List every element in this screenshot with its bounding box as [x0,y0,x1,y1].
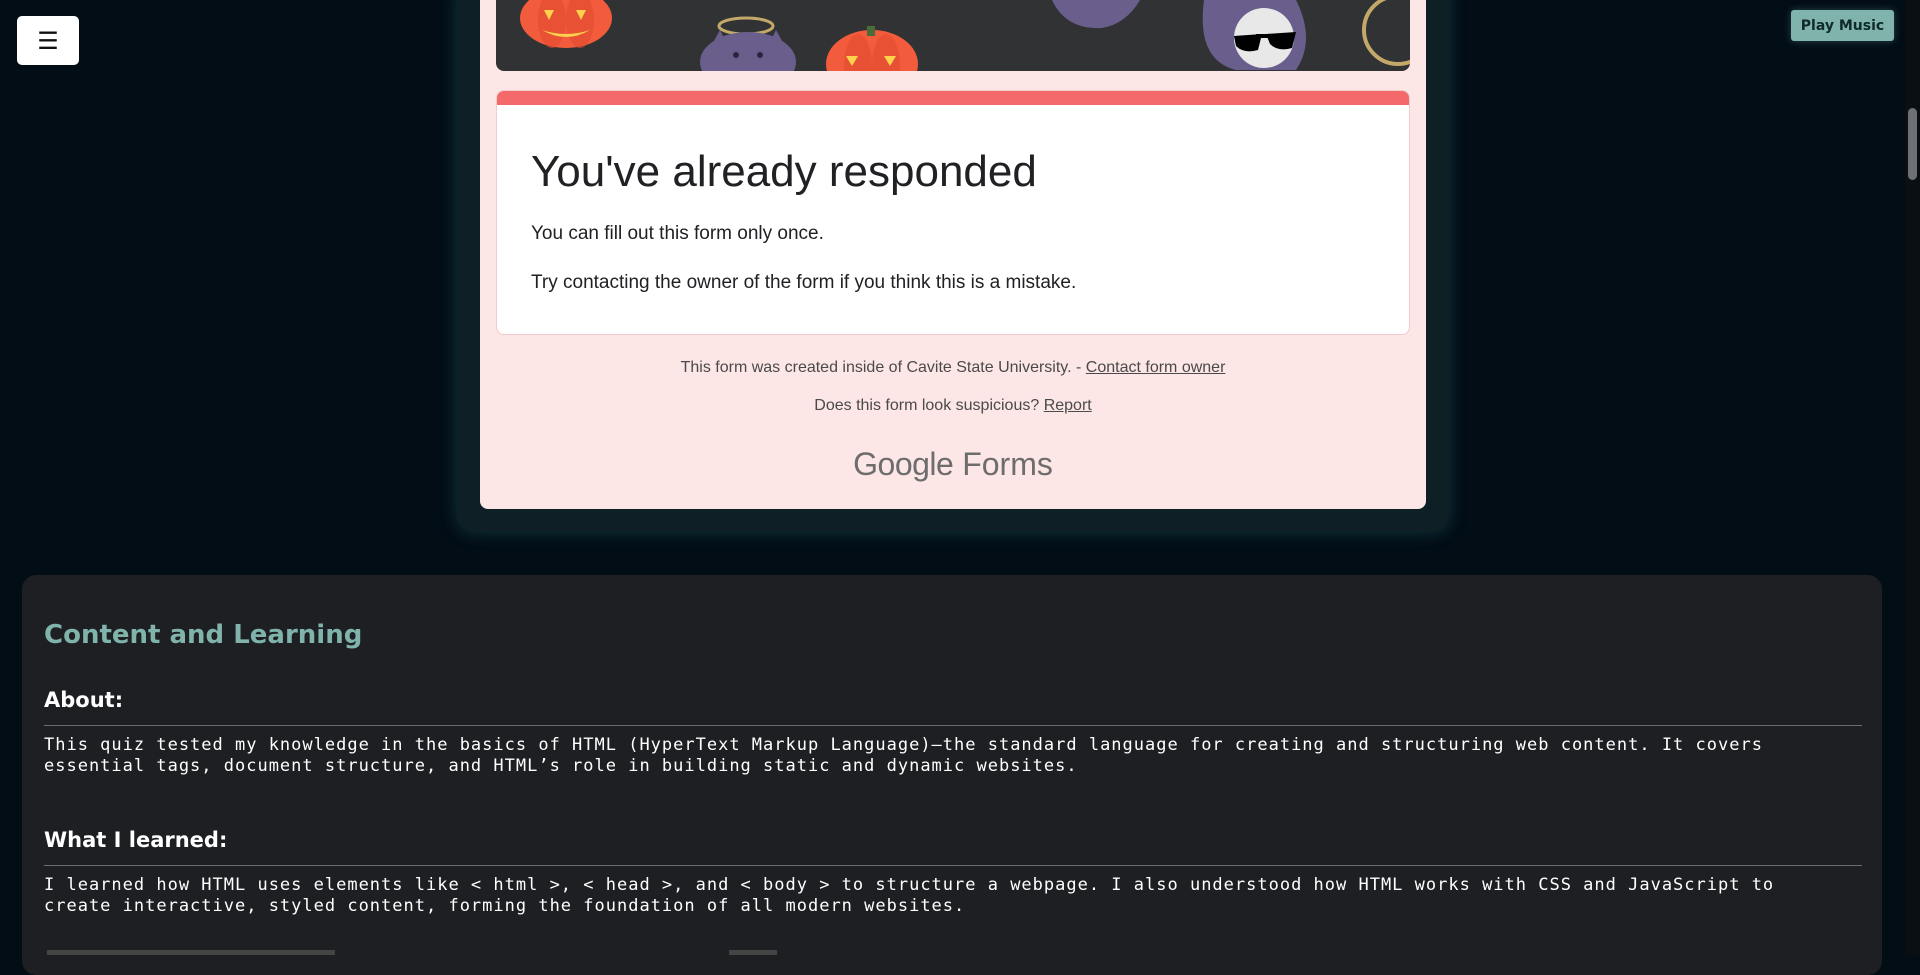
form-suspicious-notice: Does this form look suspicious? Report [480,397,1426,415]
pumpkin-icon [520,0,612,48]
learned-heading: What I learned: [44,828,228,852]
card-accent-stripe [497,91,1409,105]
pumpkin-icon [826,26,918,71]
play-music-button[interactable]: Play Music [1791,10,1894,41]
sunglasses-ghost-icon [1202,0,1306,70]
media-progress-bar[interactable] [47,950,335,955]
menu-button[interactable]: ☰ [17,16,79,65]
google-forms-logo[interactable]: Google Forms [480,446,1426,483]
form-created-notice: This form was created inside of Cavite S… [480,359,1426,377]
section-title: Content and Learning [44,620,363,650]
learned-divider [44,865,1862,866]
about-heading: About: [44,688,124,712]
form-once-message: You can fill out this form only once. [531,223,824,244]
halloween-banner-art [520,0,1410,71]
menu-icon: ☰ [37,26,59,55]
forms-wordmark: Forms [962,446,1053,482]
google-wordmark: Google [853,446,954,482]
form-suspicious-text: Does this form look suspicious? [814,397,1044,414]
about-text: This quiz tested my knowledge in the bas… [44,735,1763,776]
contact-form-owner-link[interactable]: Contact form owner [1086,359,1226,376]
cat-angel-icon [700,16,796,71]
google-form-embed[interactable]: You've already responded You can fill ou… [480,0,1426,509]
form-banner [496,0,1410,71]
ring-icon [1362,0,1410,66]
page-scrollbar[interactable] [1905,0,1920,955]
learned-text: I learned how HTML uses elements like < … [44,875,1775,916]
form-contact-message: Try contacting the owner of the form if … [531,272,1077,293]
report-link[interactable]: Report [1044,397,1092,414]
content-and-learning-section: Content and Learning About: This quiz te… [22,575,1882,975]
scrollbar-thumb[interactable] [1908,108,1917,180]
about-divider [44,725,1862,726]
form-created-text: This form was created inside of Cavite S… [680,359,1086,376]
already-responded-card: You've already responded You can fill ou… [496,90,1410,335]
form-status-title: You've already responded [531,147,1037,196]
media-control-strip[interactable] [729,950,777,955]
ghost-icon [1052,0,1140,29]
